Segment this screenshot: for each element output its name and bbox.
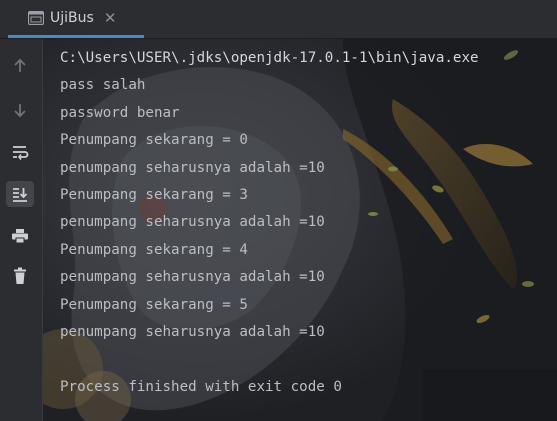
console-line: penumpang seharusnya adalah =10 <box>60 269 325 286</box>
soft-wrap-icon[interactable] <box>6 139 34 165</box>
print-icon[interactable] <box>6 223 34 249</box>
console-line: penumpang seharusnya adalah =10 <box>60 323 325 340</box>
console-line-command: C:\Users\USER\.jdks\openjdk-17.0.1-1\bin… <box>60 50 479 66</box>
console-line: pass salah <box>60 77 146 94</box>
tab-title: UjiBus <box>50 10 94 26</box>
down-arrow-icon[interactable] <box>6 97 34 123</box>
tab-ujibus[interactable]: UjiBus ✕ <box>8 0 126 36</box>
console-line: penumpang seharusnya adalah =10 <box>60 214 325 231</box>
trash-icon[interactable] <box>6 263 34 289</box>
console-line: Penumpang sekarang = 4 <box>60 241 248 258</box>
up-arrow-icon[interactable] <box>6 53 34 79</box>
console-lines: C:\Users\USER\.jdks\openjdk-17.0.1-1\bin… <box>60 45 557 401</box>
console-output[interactable]: C:\Users\USER\.jdks\openjdk-17.0.1-1\bin… <box>43 39 557 421</box>
tab-bar: UjiBus ✕ <box>0 0 557 39</box>
console-line: Penumpang sekarang = 3 <box>60 186 248 203</box>
scroll-to-end-icon[interactable] <box>6 181 34 207</box>
active-tab-indicator <box>8 35 144 38</box>
console-window-icon <box>28 11 44 25</box>
console-line-exit-status: Process finished with exit code 0 <box>60 378 342 395</box>
console-line: Penumpang sekarang = 5 <box>60 296 248 313</box>
console-line: password benar <box>60 104 180 121</box>
console-toolbar <box>0 39 43 421</box>
close-icon[interactable]: ✕ <box>104 10 117 26</box>
console-line: penumpang seharusnya adalah =10 <box>60 159 325 176</box>
console-line: Penumpang sekarang = 0 <box>60 132 248 149</box>
